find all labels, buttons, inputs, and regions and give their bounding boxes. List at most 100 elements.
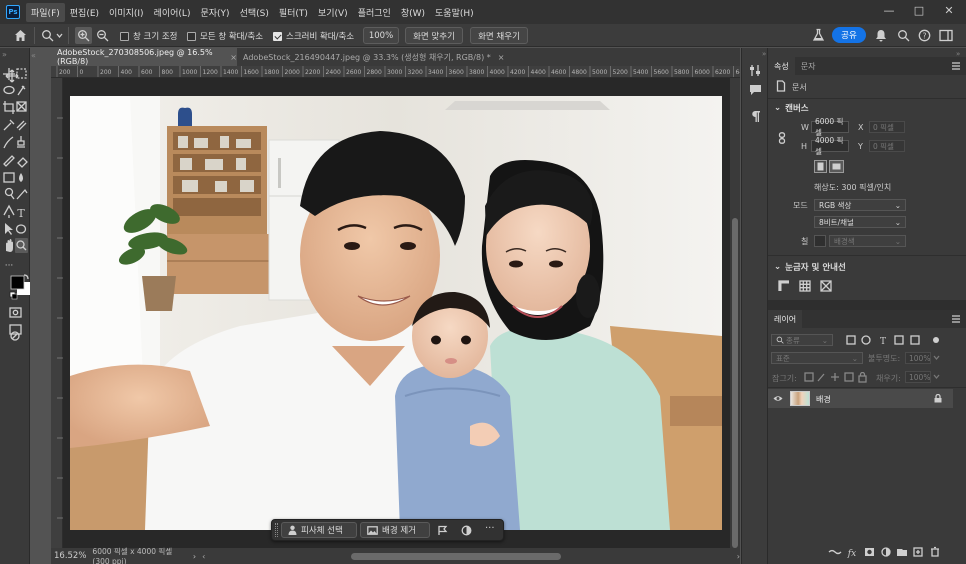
guides-toggle-icon[interactable]	[820, 280, 832, 292]
panel-menu-icon[interactable]	[951, 62, 961, 70]
layer-fill-field[interactable]: 100%	[905, 371, 931, 383]
chevron-down-icon[interactable]	[933, 374, 940, 379]
drag-handle[interactable]	[275, 523, 278, 537]
chevron-down-icon[interactable]	[933, 355, 940, 360]
share-button[interactable]: 공유	[832, 27, 866, 43]
eye-icon[interactable]	[773, 395, 783, 402]
workspace-icon[interactable]	[939, 29, 953, 42]
close-window-button[interactable]: ✕	[934, 0, 964, 20]
search-icon[interactable]	[897, 29, 910, 42]
menu-item[interactable]: 파일(F)	[26, 2, 65, 22]
layer-bottom-icons[interactable]: fx	[828, 546, 960, 558]
flask-icon[interactable]	[812, 28, 825, 42]
layer-kind-filter[interactable]: 종류 ⌄	[771, 334, 833, 346]
fit-screen-button[interactable]: 화면 맞추기	[405, 27, 463, 44]
panel-collapse-icon[interactable]: «	[31, 51, 36, 60]
minimize-button[interactable]: —	[874, 0, 904, 20]
close-tab-icon[interactable]: ×	[498, 53, 505, 62]
close-tab-icon[interactable]: ×	[230, 53, 237, 62]
canvas-section-header[interactable]: ⌄ 캔버스	[774, 102, 809, 114]
zoom-all-checkbox[interactable]: 모든 창 확대/축소	[187, 30, 263, 42]
adjustments-panel-icon[interactable]	[749, 64, 762, 77]
adjustment-icon[interactable]	[461, 525, 472, 536]
transform-icon[interactable]	[437, 525, 448, 536]
menu-item[interactable]: 선택(S)	[235, 3, 274, 22]
edit-toolbar-icon[interactable]	[9, 330, 21, 342]
resize-windows-checkbox[interactable]: 창 크기 조정	[120, 30, 178, 42]
bit-depth-select[interactable]: 8비트/채널 ⌄	[814, 216, 906, 228]
tab-document-2[interactable]: AdobeStock_216490447.jpeg @ 33.3% (생성형 채…	[237, 48, 537, 66]
zoom-out-icon[interactable]	[96, 29, 109, 42]
menu-item[interactable]: 보기(V)	[313, 3, 353, 22]
menu-item[interactable]: 레이어(L)	[149, 3, 196, 22]
menu-item[interactable]: 도움말(H)	[430, 3, 479, 22]
x-field[interactable]: 0 픽셀	[869, 121, 905, 133]
layers-menu-icon[interactable]	[951, 315, 961, 323]
horizontal-ruler[interactable]: 200 0 200 400 600 800 1000 1200 1400 1600 1800 2000…	[51, 66, 740, 78]
menu-item[interactable]: 필터(T)	[274, 3, 313, 22]
link-icon[interactable]	[778, 132, 786, 144]
landscape-orientation-button[interactable]	[829, 160, 844, 173]
help-icon[interactable]: ?	[918, 29, 931, 42]
status-arrow-icon[interactable]: ›	[193, 552, 196, 561]
checkbox-box[interactable]	[120, 31, 129, 41]
ruler-ticks	[57, 117, 63, 519]
filter-toggle-icon	[933, 337, 939, 343]
blend-mode-select[interactable]: 표준 ⌄	[771, 352, 863, 364]
grid-toggle-icon[interactable]	[799, 280, 811, 292]
menu-item[interactable]: 이미지(I)	[104, 3, 149, 22]
zoom-value-field[interactable]: 100%	[363, 27, 399, 44]
fill-screen-button[interactable]: 화면 채우기	[470, 27, 528, 44]
document-info: 6000 픽셀 x 4000 픽셀 (300 ppi)	[92, 547, 173, 564]
expand-strip-icon[interactable]: »	[762, 50, 766, 58]
fill-select[interactable]: 배경색 ⌄	[829, 235, 906, 247]
layer-row-background[interactable]: 배경	[768, 389, 953, 408]
canvas-area[interactable]	[63, 78, 730, 548]
maximize-button[interactable]: □	[904, 0, 934, 20]
foreground-color-swatch	[10, 275, 25, 290]
tab-layers[interactable]: 레이어	[768, 310, 803, 328]
zoom-level[interactable]: 16.52%	[54, 551, 86, 561]
scroll-thumb[interactable]	[732, 218, 738, 548]
menu-item[interactable]: 플러그인	[353, 3, 396, 22]
scroll-right-icon[interactable]: ›	[737, 552, 740, 561]
checkbox-box[interactable]	[273, 31, 282, 41]
tab-character[interactable]: 문자	[795, 57, 822, 75]
scroll-left-icon[interactable]: ‹	[202, 552, 205, 561]
tab-properties[interactable]: 속성	[768, 57, 795, 75]
width-field[interactable]: 6000 픽셀	[811, 117, 849, 137]
portrait-orientation-button[interactable]	[814, 160, 827, 173]
zoom-tool-icon[interactable]	[41, 29, 54, 42]
rulers-guides-section-header[interactable]: ⌄ 눈금자 및 안내선	[774, 261, 846, 273]
vertical-scrollbar[interactable]	[730, 78, 740, 548]
checkbox-box[interactable]	[187, 31, 196, 41]
menu-item[interactable]: 창(W)	[396, 3, 430, 22]
collapse-toolbar-icon[interactable]: »	[2, 50, 7, 59]
opacity-field[interactable]: 100%	[905, 352, 931, 364]
scrubby-zoom-checkbox[interactable]: 스크러비 확대/축소	[273, 30, 354, 42]
horizontal-scroll-thumb[interactable]	[351, 552, 561, 560]
layer-filter-icons[interactable]: T	[846, 335, 958, 346]
family-selfie-photo[interactable]	[70, 96, 722, 530]
chevron-down-icon[interactable]	[56, 33, 63, 38]
menu-item[interactable]: 편집(E)	[65, 3, 104, 22]
remove-background-button[interactable]: 배경 제거	[360, 522, 430, 538]
paragraph-panel-icon[interactable]	[750, 110, 761, 123]
more-options-icon[interactable]: ···	[485, 523, 495, 534]
menu-item[interactable]: 문자(Y)	[195, 3, 234, 22]
select-subject-button[interactable]: 피사체 선택	[281, 522, 357, 538]
mode-select[interactable]: RGB 색상 ⌄	[814, 199, 906, 211]
fill-color-swatch[interactable]	[814, 235, 826, 247]
lock-icons[interactable]	[804, 372, 868, 383]
bell-icon[interactable]	[875, 29, 887, 42]
tab-document-1[interactable]: AdobeStock_270308506.jpeg @ 16.5% (RGB/8…	[51, 48, 237, 66]
path-select-icon	[5, 223, 13, 235]
y-field[interactable]: 0 픽셀	[869, 140, 905, 152]
comments-panel-icon[interactable]	[749, 84, 762, 96]
remove-background-label: 배경 제거	[382, 526, 416, 536]
height-field[interactable]: 4000 픽셀	[811, 136, 849, 156]
zoom-in-button[interactable]	[75, 27, 92, 44]
vertical-ruler[interactable]	[51, 78, 63, 548]
home-icon[interactable]	[14, 29, 27, 42]
ruler-toggle-icon[interactable]	[778, 280, 790, 292]
